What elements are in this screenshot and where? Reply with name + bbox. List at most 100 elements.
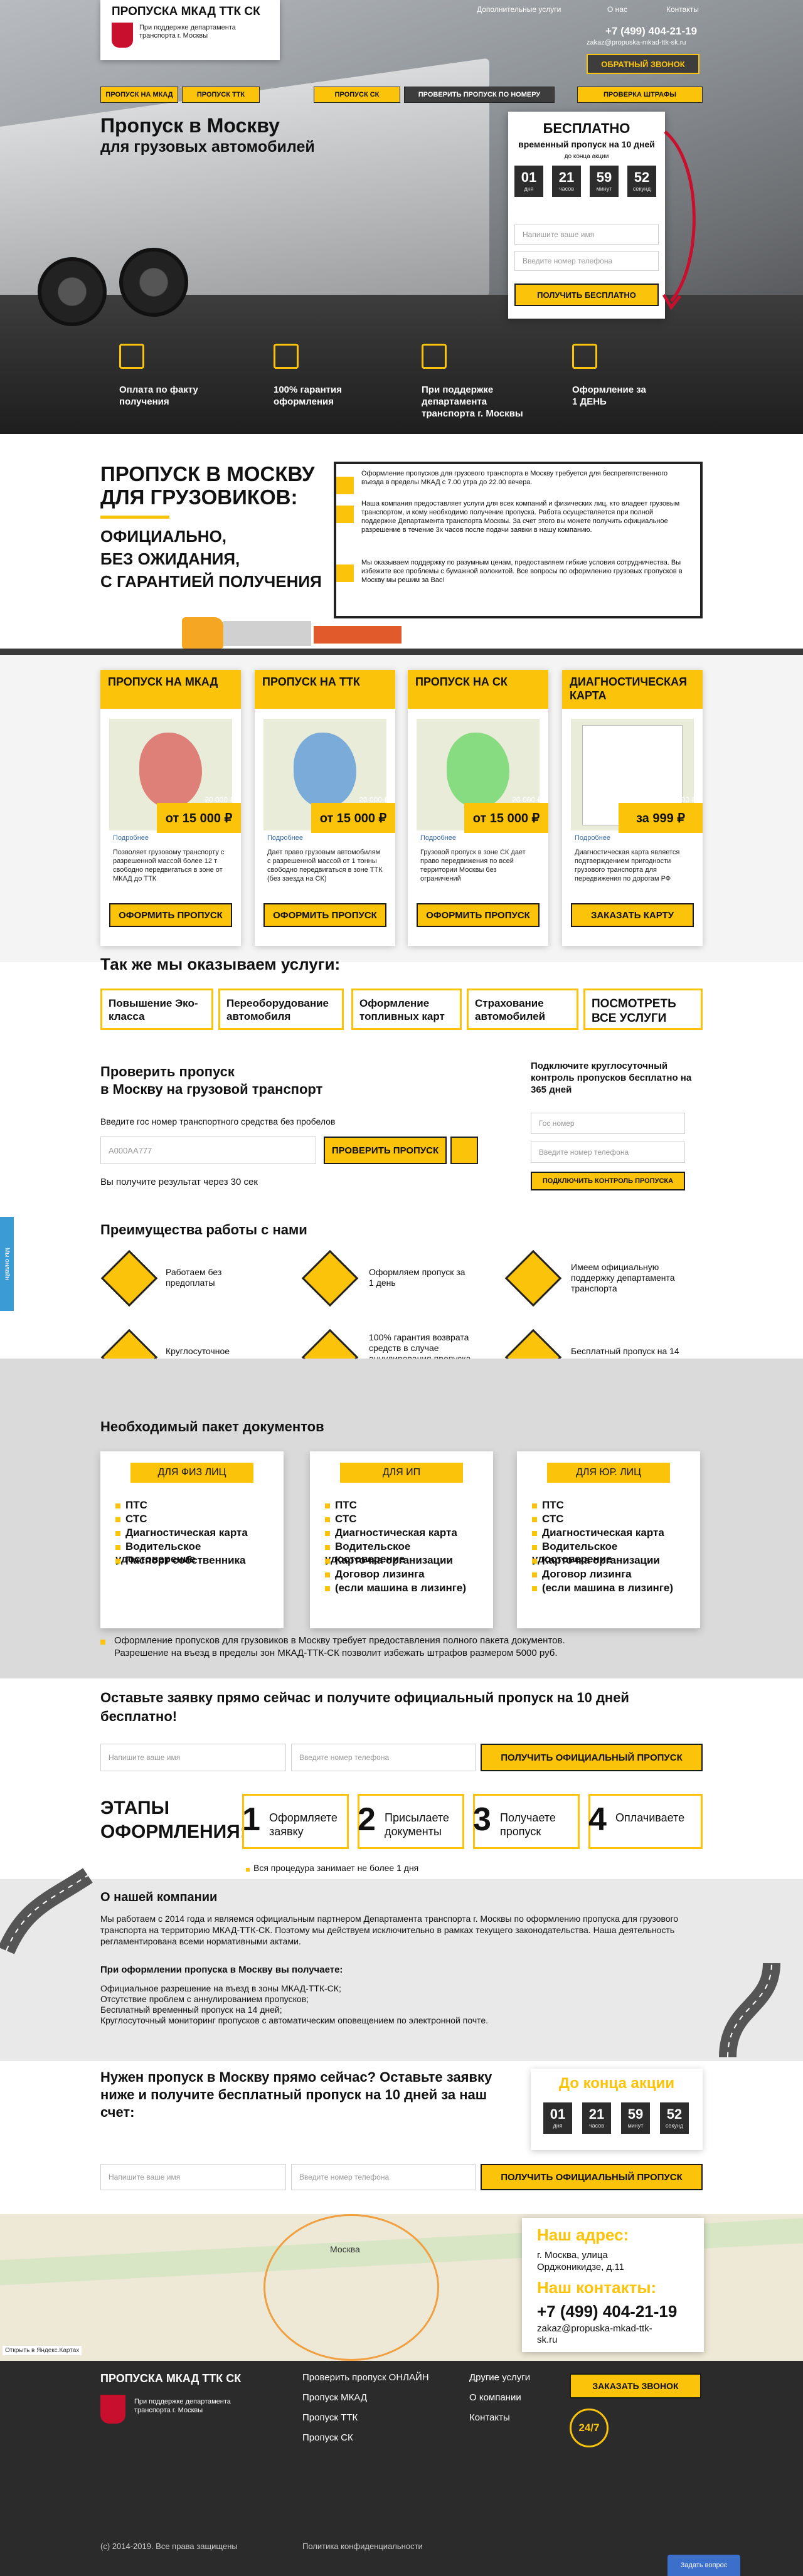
connect-monitor-button[interactable]: ПОДКЛЮЧИТЬ КОНТРОЛЬ ПРОПУСКА xyxy=(531,1172,685,1190)
footer-logo-subtitle: При поддержке департамента транспорта г.… xyxy=(134,2398,231,2414)
monitor-title: Подключите круглосуточный контроль пропу… xyxy=(531,1061,692,1095)
tab-mkad[interactable]: ПРОПУСК НА МКАД xyxy=(100,87,178,103)
bullet-icon xyxy=(100,1640,105,1645)
footer-link-mkad[interactable]: Пропуск МКАД xyxy=(302,2392,367,2403)
nav-link-about[interactable]: О нас xyxy=(607,5,627,14)
check-pass-button[interactable]: ПРОВЕРИТЬ ПРОПУСК xyxy=(324,1137,447,1164)
price: за 999 ₽ xyxy=(619,803,703,833)
header-email[interactable]: zakaz@propuska-mkad-ttk-sk.ru xyxy=(587,39,686,46)
promo-phone-input[interactable]: Введите номер телефона xyxy=(291,2164,476,2190)
callback-button[interactable]: ОБРАТНЫЙ ЗВОНОК xyxy=(587,54,699,74)
order-card-button[interactable]: ЗАКАЗАТЬ КАРТУ xyxy=(571,903,694,927)
promo-name-input[interactable]: Напишите ваше имя xyxy=(100,2164,286,2190)
road-divider xyxy=(0,649,803,655)
advantage-label: Оформляем пропуск за 1 день xyxy=(369,1267,465,1288)
step-1: 1 Оформляете заявку xyxy=(242,1794,349,1849)
card-description: Диагностическая карта является подтвержд… xyxy=(575,849,680,883)
more-link[interactable]: Подробнее xyxy=(420,834,456,842)
tab-ttk[interactable]: ПРОПУСК ТТК xyxy=(182,87,260,103)
tab-fines[interactable]: ПРОВЕРКА ШТРАФЫ xyxy=(577,87,703,103)
ring-road xyxy=(263,2214,439,2361)
more-link[interactable]: Подробнее xyxy=(575,834,610,842)
contacts-title: Наш контакты: xyxy=(537,2278,657,2297)
all-services-button[interactable]: ПОСМОТРЕТЬ ВСЕ УСЛУГИ xyxy=(583,989,703,1030)
footer-link-sk[interactable]: Пропуск СК xyxy=(302,2432,353,2443)
order-card-button[interactable]: ОФОРМИТЬ ПРОПУСК xyxy=(109,903,232,927)
ask-question-button[interactable]: Задать вопрос xyxy=(667,2555,740,2576)
tab-sk[interactable]: ПРОПУСК СК xyxy=(314,87,400,103)
order-card-button[interactable]: ОФОРМИТЬ ПРОПУСК xyxy=(417,903,540,927)
clock-icon xyxy=(572,344,597,369)
more-link[interactable]: Подробнее xyxy=(113,834,149,842)
online-side-tab[interactable]: Мы онлайн xyxy=(0,1217,14,1311)
footer-link-contacts[interactable]: Контакты xyxy=(469,2412,510,2423)
list-item: Карточка организации xyxy=(532,1554,660,1567)
document-icon[interactable] xyxy=(450,1137,478,1164)
service-insurance[interactable]: Страхование автомобилей xyxy=(467,989,578,1030)
card-title: ПРОПУСК НА СК xyxy=(408,670,548,709)
tab-check[interactable]: ПРОВЕРИТЬ ПРОПУСК ПО НОМЕРУ xyxy=(404,87,555,103)
footer-link-check[interactable]: Проверить пропуск ОНЛАЙН xyxy=(302,2372,429,2383)
wheel-icon xyxy=(38,257,107,326)
docs-card-title: ДЛЯ ФИЗ ЛИЦ xyxy=(130,1463,253,1483)
monitor-plate-input[interactable]: Гос номер xyxy=(531,1113,685,1134)
service-conversion[interactable]: Переоборудование автомобиля xyxy=(218,989,344,1030)
intro-slogan-1: ОФИЦИАЛЬНО, xyxy=(100,527,227,546)
check-title-2: в Москву на грузовой транспорт xyxy=(100,1081,323,1097)
footer-link-services[interactable]: Другие услуги xyxy=(469,2372,530,2383)
check-icon xyxy=(336,477,354,494)
contacts-phone[interactable]: +7 (499) 404-21-19 xyxy=(537,2302,677,2321)
road-icon xyxy=(719,1963,780,2058)
order-card-button[interactable]: ОФОРМИТЬ ПРОПУСК xyxy=(263,903,386,927)
docs-card-title: ДЛЯ ИП xyxy=(340,1463,463,1483)
counter-days: 01 дня xyxy=(514,166,543,197)
divider xyxy=(100,516,169,519)
check-icon xyxy=(336,506,354,523)
footer-link-ttk[interactable]: Пропуск ТТК xyxy=(302,2412,358,2423)
contacts-email[interactable]: zakaz@propuska-mkad-ttk-sk.ru xyxy=(537,2323,669,2346)
monitor-phone-input[interactable]: Введите номер телефона xyxy=(531,1142,685,1163)
bullet-icon xyxy=(246,1868,250,1872)
plate-input[interactable]: А000АА777 xyxy=(100,1137,316,1164)
docs-card: ДЛЯ ФИЗ ЛИЦ ПТС СТС Диагностическая карта Во… xyxy=(100,1451,284,1628)
order-submit-button[interactable]: ПОЛУЧИТЬ ОФИЦИАЛЬНЫЙ ПРОПУСК xyxy=(481,1744,703,1771)
list-item: Бесплатный временный пропуск на 14 дней; xyxy=(100,2005,282,2015)
name-input[interactable]: Напишите ваше имя xyxy=(514,225,659,245)
promo-submit-button[interactable]: ПОЛУЧИТЬ ОФИЦИАЛЬНЫЙ ПРОПУСК xyxy=(481,2164,703,2190)
nav-link-contacts[interactable]: Контакты xyxy=(666,5,699,14)
card-title: ПРОПУСК НА ТТК xyxy=(255,670,395,709)
docs-card: ДЛЯ ЮР. ЛИЦ ПТС СТС Диагностическая карта Во… xyxy=(517,1451,700,1628)
check-icon xyxy=(336,564,354,582)
more-link[interactable]: Подробнее xyxy=(267,834,303,842)
phone-input[interactable]: Введите номер телефона xyxy=(514,251,659,271)
open-map-link[interactable]: Открыть в Яндекс.Картах xyxy=(3,2346,82,2355)
nav-link-services[interactable]: Дополнительные услуги xyxy=(477,5,561,14)
steps-note: Вся процедура занимает не более 1 дня xyxy=(253,1863,419,1873)
step-4: 4 Оплачиваете xyxy=(588,1794,703,1849)
docs-card-title: ДЛЯ ЮР. ЛИЦ xyxy=(547,1463,670,1483)
list-item: Договор лизинга xyxy=(532,1568,632,1581)
footer-logo-title: ПРОПУСКА МКАД ТТК СК xyxy=(100,2372,242,2385)
footer-link-about[interactable]: О компании xyxy=(469,2392,521,2403)
list-item: СТС xyxy=(532,1513,564,1525)
docs-note: Оформление пропусков для грузовиков в Мо… xyxy=(114,1635,666,1660)
card-description: Грузовой пропуск в зоне СК дает право пе… xyxy=(420,849,526,883)
get-free-button[interactable]: ПОЛУЧИТЬ БЕСПЛАТНО xyxy=(514,284,659,306)
order-phone-input[interactable]: Введите номер телефона xyxy=(291,1744,476,1771)
intro-slogan-3: С ГАРАНТИЕЙ ПОЛУЧЕНИЯ xyxy=(100,572,322,591)
docs-title: Необходимый пакет документов xyxy=(100,1419,324,1434)
logo[interactable]: ПРОПУСКА МКАД ТТК СК При поддержке депар… xyxy=(100,0,280,60)
check-label: Введите гос номер транспортного средства… xyxy=(100,1116,336,1126)
header-phone[interactable]: +7 (499) 404-21-19 xyxy=(605,25,697,38)
privacy-link[interactable]: Политика конфиденциальности xyxy=(302,2542,423,2551)
service-eco[interactable]: Повышение Эко-класса xyxy=(100,989,213,1030)
service-fuel-cards[interactable]: Оформление топливных карт xyxy=(351,989,462,1030)
footer-callback-button[interactable]: ЗАКАЗАТЬ ЗВОНОК xyxy=(570,2373,701,2398)
intro-title-2: ДЛЯ ГРУЗОВИКОВ: xyxy=(100,485,298,509)
list-item: СТС xyxy=(325,1513,357,1525)
counter-hours: 21 часов xyxy=(582,2102,611,2134)
counter-minutes: 59 минут xyxy=(590,166,619,197)
order-name-input[interactable]: Напишите ваше имя xyxy=(100,1744,286,1771)
shield-icon xyxy=(504,1249,562,1307)
hero-subtitle: для грузовых автомобилей xyxy=(100,138,315,156)
